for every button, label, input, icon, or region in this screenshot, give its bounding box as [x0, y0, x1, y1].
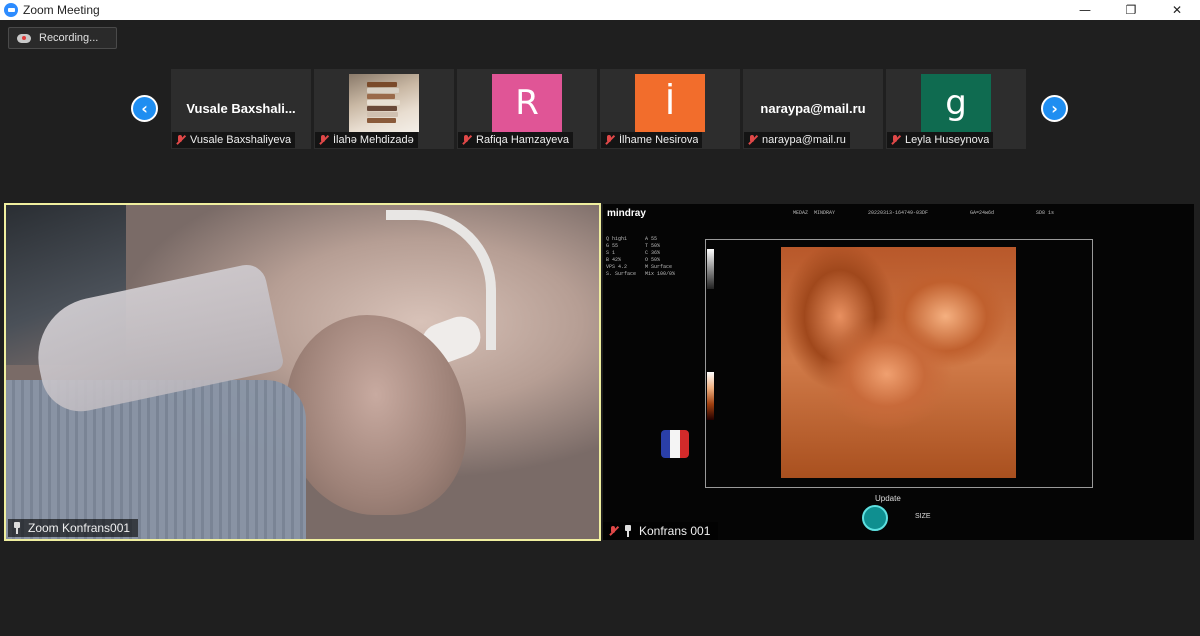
video-name: Konfrans 001: [639, 524, 711, 538]
main-video-left[interactable]: Zoom Konfrans001: [4, 203, 601, 541]
window-title: Zoom Meeting: [23, 3, 100, 17]
participant-name: İlhame Nesirova: [619, 134, 699, 146]
pin-icon: [623, 525, 633, 537]
video-name-label: Zoom Konfrans001: [8, 519, 139, 537]
minimize-button[interactable]: —: [1062, 0, 1108, 20]
video-name-label: Konfrans 001: [603, 522, 719, 540]
recording-indicator[interactable]: Recording...: [8, 27, 117, 49]
participant-display-name: naraypa@mail.ru: [760, 101, 866, 116]
books-photo-icon: [367, 82, 401, 132]
participant-photo: [349, 74, 419, 132]
restore-button[interactable]: ❐: [1108, 0, 1154, 20]
pin-icon: [12, 522, 22, 534]
window-controls: — ❐ ✕: [1062, 0, 1200, 20]
participant-tile[interactable]: İ İlhame Nesirova: [600, 69, 740, 149]
ultrasound-header-text: MEDAZ MINDRAY 20220313-164749-03DF GA=24…: [793, 210, 1055, 216]
mic-muted-icon: [603, 134, 615, 146]
participant-name: naraypa@mail.ru: [762, 134, 846, 146]
participant-tile[interactable]: Vusale Baxshali... Vusale Baxshaliyeva: [171, 69, 311, 149]
participant-tile[interactable]: g Leyla Huseynova: [886, 69, 1026, 149]
mic-muted-icon: [174, 134, 186, 146]
main-video-right[interactable]: mindray MEDAZ MINDRAY 20220313-164749-03…: [603, 204, 1194, 540]
participant-name-bar: İlahə Mehdizadə: [315, 132, 418, 148]
mic-muted-icon: [317, 134, 329, 146]
ultrasound-update-button: [862, 505, 888, 531]
participant-strip: Vusale Baxshali... Vusale Baxshaliyeva İ…: [171, 69, 1026, 149]
video-name: Zoom Konfrans001: [28, 521, 131, 535]
participant-tile[interactable]: naraypa@mail.ru naraypa@mail.ru: [743, 69, 883, 149]
previous-page-button[interactable]: ‹: [131, 95, 158, 122]
participant-name: İlahə Mehdizadə: [333, 134, 414, 146]
participant-name-bar: Vusale Baxshaliyeva: [172, 132, 296, 148]
next-page-button[interactable]: ›: [1041, 95, 1068, 122]
title-bar: Zoom Meeting — ❐ ✕: [0, 0, 1200, 20]
ultrasound-size-label: SIZE: [915, 513, 931, 520]
participant-name-bar: İlhame Nesirova: [601, 132, 703, 148]
ultrasound-brand: mindray: [607, 208, 646, 219]
participant-display-name: Vusale Baxshali...: [186, 101, 296, 116]
zoom-app-icon: [4, 3, 18, 17]
video-sleeve: [6, 380, 306, 539]
participant-initial-avatar: R: [492, 74, 562, 132]
mic-muted-icon: [460, 134, 472, 146]
participant-tile[interactable]: İlahə Mehdizadə: [314, 69, 454, 149]
mic-muted-icon: [607, 525, 619, 537]
orientation-cube-icon: [661, 430, 689, 458]
participant-tile[interactable]: R Rafiqa Hamzayeva: [457, 69, 597, 149]
chevron-left-icon: ‹: [141, 99, 148, 118]
participant-name-bar: naraypa@mail.ru: [744, 132, 850, 148]
participant-name-bar: Rafiqa Hamzayeva: [458, 132, 573, 148]
recording-label: Recording...: [39, 32, 99, 44]
chevron-right-icon: ›: [1051, 99, 1058, 118]
close-button[interactable]: ✕: [1154, 0, 1200, 20]
participant-initial-avatar: g: [921, 74, 991, 132]
cloud-recording-icon: [17, 33, 31, 43]
mic-muted-icon: [746, 134, 758, 146]
participant-name-bar: Leyla Huseynova: [887, 132, 994, 148]
participant-name: Leyla Huseynova: [905, 134, 990, 146]
participant-name: Vusale Baxshaliyeva: [190, 134, 292, 146]
participant-name: Rafiqa Hamzayeva: [476, 134, 569, 146]
ultrasound-params-text: Q high1 A 55 G 55 T 50% S 1 C 36% B 42% …: [606, 236, 676, 277]
ultrasound-update-label: Update: [875, 494, 901, 503]
mic-muted-icon: [889, 134, 901, 146]
ultrasound-3d-render: [781, 247, 1016, 478]
participant-initial-avatar: İ: [635, 74, 705, 132]
